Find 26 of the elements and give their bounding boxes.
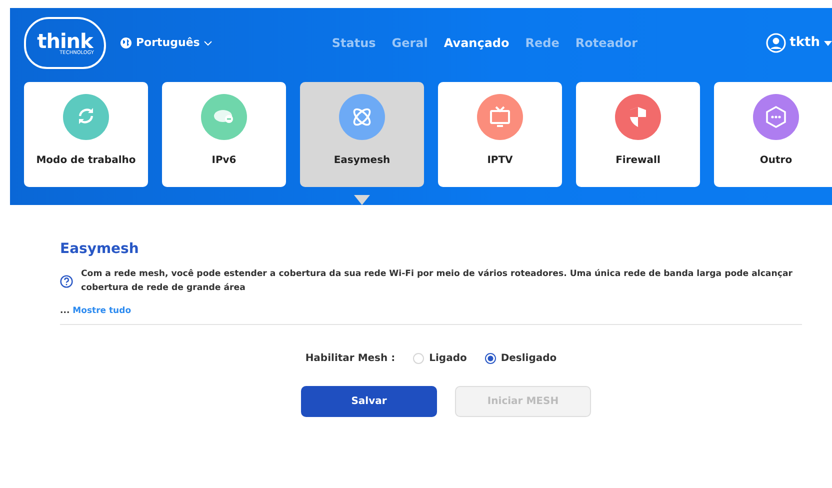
feature-tile[interactable]: IPv6 — [162, 82, 286, 187]
action-button[interactable]: Salvar — [301, 386, 437, 418]
feature-tile[interactable]: IPTV — [438, 82, 562, 187]
user-menu[interactable]: tkth — [766, 33, 832, 53]
chevron-down-icon — [204, 40, 212, 46]
feature-tile[interactable]: Modo de trabalho — [24, 82, 148, 187]
user-icon — [766, 33, 786, 53]
feature-tile[interactable]: Easymesh — [300, 82, 424, 187]
language-label: Português — [136, 34, 200, 51]
user-name: tkth — [790, 34, 820, 52]
language-selector[interactable]: Português — [120, 34, 212, 52]
feature-tile[interactable]: Firewall — [576, 82, 700, 187]
help-icon — [60, 275, 73, 288]
radio-option[interactable]: Desligado — [484, 351, 557, 366]
show-all-link[interactable]: Mostre tudo — [72, 306, 132, 316]
logo-wordmark: think — [37, 30, 93, 50]
caret-icon — [824, 40, 832, 46]
ellipsis-text: ... — [60, 306, 71, 316]
feature-tile[interactable]: Outro — [714, 82, 832, 187]
selection-pointer — [354, 195, 370, 205]
field-label: Habilitar Mesh : — [305, 352, 396, 366]
nav-tab[interactable]: Avançado — [444, 34, 510, 52]
description-text: Com a rede mesh, você pode estender a cobertura da sua rede Wi-Fi por meio de vários roteadores. Uma única rede de banda larga pode alcançar cobertura de rede de grande área — [81, 268, 794, 295]
radio-option[interactable]: Ligado — [413, 351, 467, 366]
section-title: Easymesh — [60, 241, 140, 258]
radio-button[interactable] — [484, 353, 496, 364]
